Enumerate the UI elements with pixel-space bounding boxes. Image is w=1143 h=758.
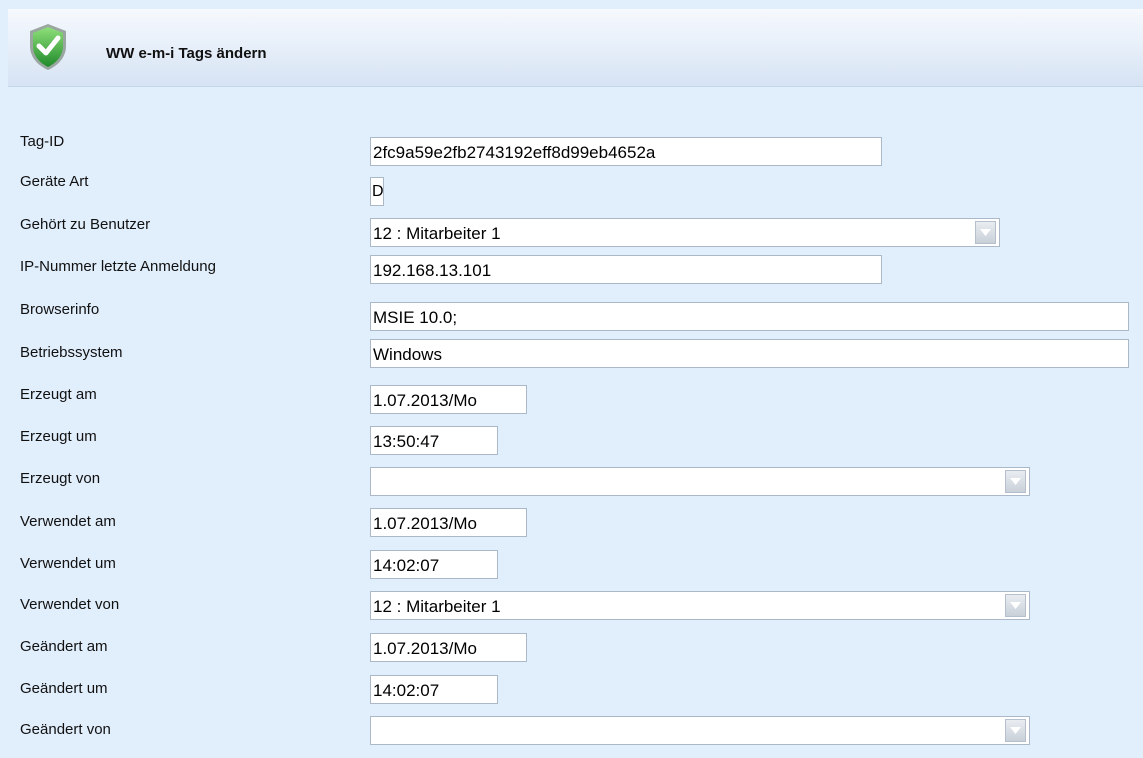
geraete-art-label: Geräte Art [20, 173, 89, 190]
geaendert-am-field[interactable]: 1.07.2013/Mo [370, 633, 527, 662]
geaendert-von-select[interactable] [370, 716, 1030, 745]
verwendet-von-value: 12 : Mitarbeiter 1 [373, 597, 501, 616]
geaendert-von-label: Geändert von [20, 721, 111, 738]
geaendert-um-label: Geändert um [20, 680, 108, 697]
erzeugt-am-label: Erzeugt am [20, 386, 97, 403]
dropdown-arrow-button[interactable] [1005, 594, 1026, 617]
row-browserinfo: Browserinfo MSIE 10.0; [0, 301, 1143, 331]
verwendet-von-label: Verwendet von [20, 596, 120, 613]
row-geaendert-von: Geändert von [0, 716, 1143, 751]
chevron-down-icon [1010, 727, 1021, 734]
row-geraete-art: Geräte Art D [0, 173, 1143, 206]
chevron-down-icon [1010, 602, 1021, 609]
ip-nummer-field[interactable]: 192.168.13.101 [370, 255, 882, 284]
page-title: WW e-m-i Tags ändern [106, 45, 267, 62]
row-verwendet-von: Verwendet von 12 : Mitarbeiter 1 [0, 591, 1143, 626]
chevron-down-icon [980, 229, 991, 236]
row-ip-nummer: IP-Nummer letzte Anmeldung 192.168.13.10… [0, 255, 1143, 288]
dropdown-arrow-button[interactable] [975, 221, 996, 244]
browserinfo-field[interactable]: MSIE 10.0; [370, 302, 1129, 331]
shield-check-icon [30, 24, 66, 70]
verwendet-um-field[interactable]: 14:02:07 [370, 550, 498, 579]
row-erzeugt-von: Erzeugt von [0, 467, 1143, 500]
row-gehoert-zu-benutzer: Gehört zu Benutzer 12 : Mitarbeiter 1 [0, 216, 1143, 247]
tag-id-field[interactable]: 2fc9a59e2fb2743192eff8d99eb4652a [370, 137, 882, 166]
verwendet-um-label: Verwendet um [20, 555, 116, 572]
row-betriebssystem: Betriebssystem Windows [0, 339, 1143, 374]
tag-id-label: Tag-ID [20, 133, 65, 150]
geaendert-um-field[interactable]: 14:02:07 [370, 675, 498, 704]
verwendet-von-select[interactable]: 12 : Mitarbeiter 1 [370, 591, 1030, 620]
erzeugt-um-field[interactable]: 13:50:47 [370, 426, 498, 455]
gehoert-zu-benutzer-label: Gehört zu Benutzer [20, 216, 151, 233]
erzeugt-um-label: Erzeugt um [20, 428, 97, 445]
row-erzeugt-um: Erzeugt um 13:50:47 [0, 426, 1143, 458]
row-verwendet-um: Verwendet um 14:02:07 [0, 550, 1143, 585]
row-erzeugt-am: Erzeugt am 1.07.2013/Mo [0, 385, 1143, 416]
geaendert-am-label: Geändert am [20, 638, 108, 655]
gehoert-zu-benutzer-select[interactable]: 12 : Mitarbeiter 1 [370, 218, 1000, 247]
row-verwendet-am: Verwendet am 1.07.2013/Mo [0, 508, 1143, 543]
verwendet-am-field[interactable]: 1.07.2013/Mo [370, 508, 527, 537]
erzeugt-von-label: Erzeugt von [20, 470, 101, 487]
erzeugt-von-select[interactable] [370, 467, 1030, 496]
betriebssystem-field[interactable]: Windows [370, 339, 1129, 368]
dropdown-arrow-button[interactable] [1005, 719, 1026, 742]
betriebssystem-label: Betriebssystem [20, 344, 123, 361]
geraete-art-field[interactable]: D [370, 177, 384, 206]
erzeugt-am-field[interactable]: 1.07.2013/Mo [370, 385, 527, 414]
row-tag-id: Tag-ID 2fc9a59e2fb2743192eff8d99eb4652a [0, 133, 1143, 166]
row-geaendert-am: Geändert am 1.07.2013/Mo [0, 633, 1143, 668]
gehoert-zu-benutzer-value: 12 : Mitarbeiter 1 [373, 224, 501, 243]
browserinfo-label: Browserinfo [20, 301, 100, 318]
verwendet-am-label: Verwendet am [20, 513, 116, 530]
dropdown-arrow-button[interactable] [1005, 470, 1026, 493]
chevron-down-icon [1010, 478, 1021, 485]
ip-nummer-label: IP-Nummer letzte Anmeldung [20, 258, 216, 275]
header-bar: WW e-m-i Tags ändern [8, 9, 1143, 87]
row-geaendert-um: Geändert um 14:02:07 [0, 675, 1143, 710]
